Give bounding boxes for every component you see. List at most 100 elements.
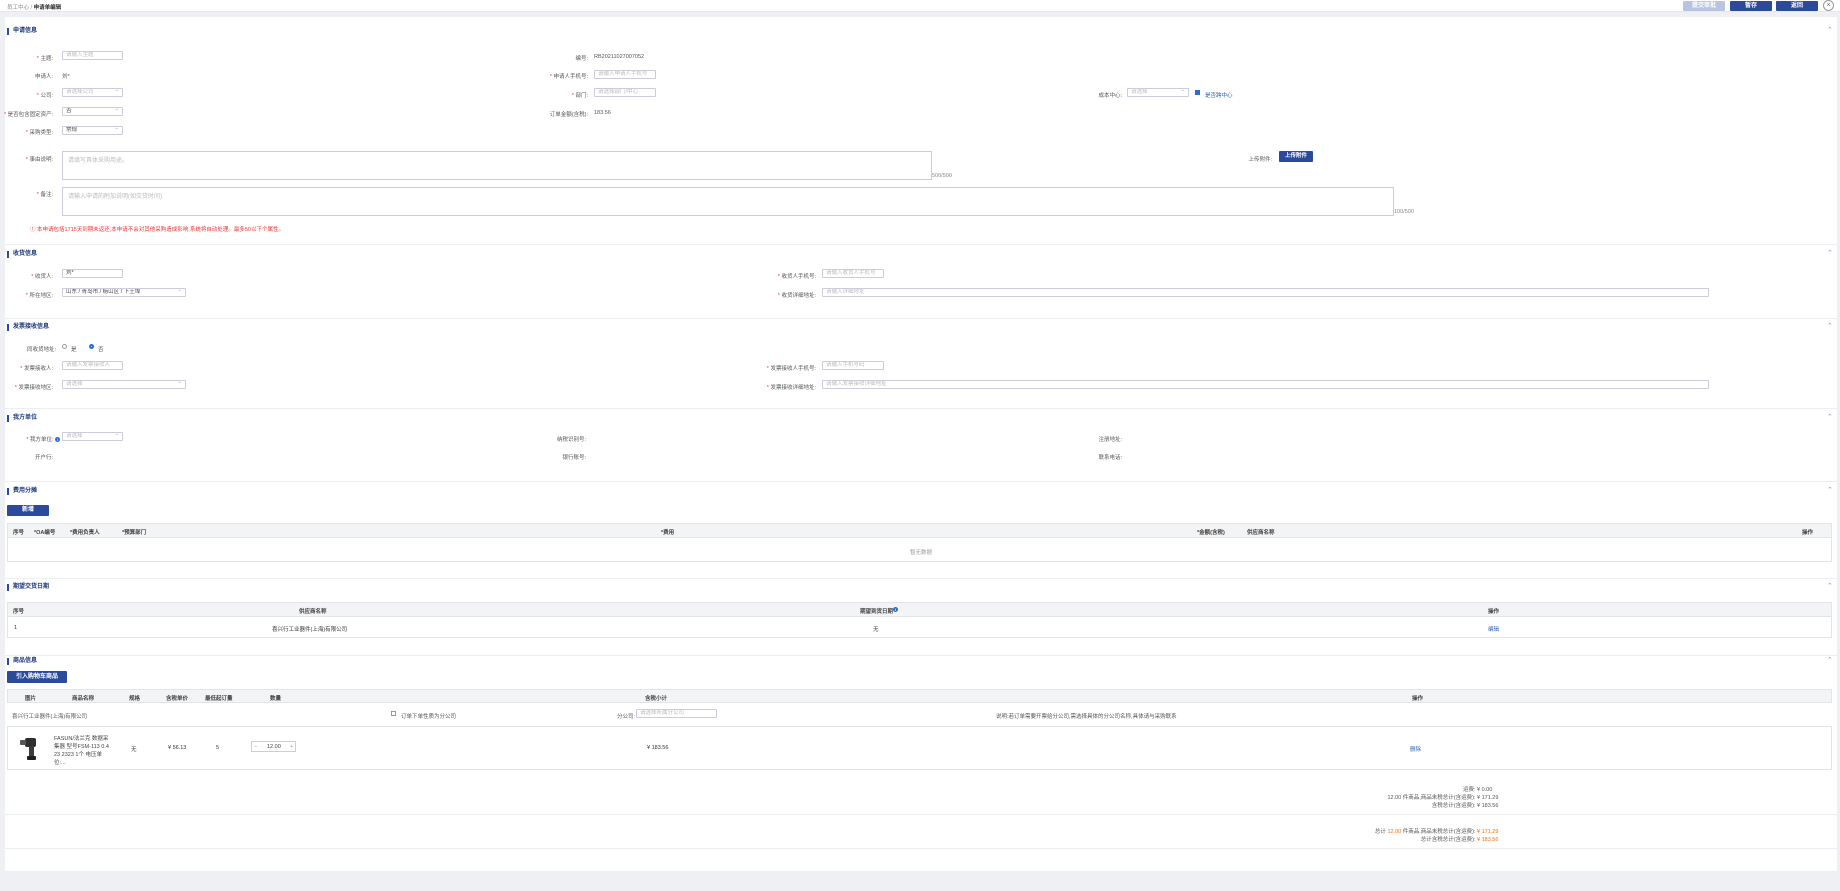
- purchase-type-select[interactable]: 常规: [62, 126, 123, 135]
- same-address-no-radio[interactable]: [89, 344, 94, 349]
- tax-summary-label: 含税总计(含运费):: [1431, 803, 1476, 809]
- invoice-receiver-input[interactable]: 请输入发票接收人: [62, 361, 123, 370]
- column-header: 供应商名称: [1247, 530, 1275, 536]
- column-header: *费用负责人: [70, 530, 100, 536]
- invoice-address-input[interactable]: 请输入发票接收详细地址: [822, 380, 1709, 389]
- receiver-input[interactable]: 刘*: [62, 269, 123, 278]
- reason-label: 事由说明:: [29, 157, 53, 163]
- section-buyer-title: 我方单位: [7, 415, 37, 422]
- fixed-asset-select[interactable]: 否: [62, 107, 123, 116]
- company-select[interactable]: 请选择公司: [62, 88, 123, 97]
- applicant-phone-input[interactable]: 请输入申请人手机号: [594, 70, 656, 79]
- upload-attachment-button[interactable]: 上传附件: [1279, 151, 1313, 162]
- branch-order-label: 订单下单性质为分公司: [401, 714, 457, 720]
- branch-label: 分公司:: [617, 714, 636, 720]
- column-header: 操作: [1412, 696, 1424, 702]
- cost-table-body: 暂无数据: [7, 538, 1832, 562]
- invoice-region-select[interactable]: 请选择: [62, 380, 186, 389]
- save-draft-button[interactable]: 暂存: [1730, 1, 1772, 11]
- section-delivery-title: 期望交货日期: [7, 584, 49, 591]
- address-input[interactable]: 请输入详细地址: [822, 288, 1709, 297]
- column-header: 期望到货日期: [860, 609, 894, 615]
- region-label: 所在地区:: [29, 293, 53, 299]
- column-header: 操作: [1488, 609, 1500, 615]
- collapse-apply-icon[interactable]: ⌃: [1827, 27, 1833, 34]
- supplier-name: 喜兴行工业器件(上海)有限公司: [272, 627, 348, 633]
- applicant-value: 刘*: [62, 74, 70, 80]
- quantity-stepper[interactable]: − 12.00 +: [251, 741, 296, 752]
- back-button[interactable]: 返回: [1776, 1, 1818, 11]
- collapse-delivery-icon[interactable]: ⌃: [1827, 583, 1833, 590]
- reason-counter: 500/500: [932, 173, 952, 179]
- remark-textarea[interactable]: 请输入申请的附加说明(如交货时间): [62, 187, 1394, 216]
- applicant-phone-label: 申请人手机号:: [553, 74, 588, 80]
- tax-id-label: 纳税识别号:: [556, 437, 586, 443]
- breadcrumb-current: 申请单编辑: [33, 5, 62, 11]
- fixed-asset-label: 是否包含固定资产:: [7, 112, 54, 118]
- collapse-invoice-icon[interactable]: ⌃: [1827, 323, 1833, 330]
- collapse-receive-icon[interactable]: ⌃: [1827, 250, 1833, 257]
- order-amount-label: 订单金额(含税):: [549, 112, 588, 118]
- receiver-phone-input[interactable]: 请输入收货人手机号: [822, 269, 884, 278]
- applicant-label: 申请人:: [34, 74, 53, 80]
- number-value: RB20211027007052: [594, 54, 645, 60]
- grand-total-count: 12.00: [1387, 829, 1402, 835]
- same-address-yes-label: 是: [71, 347, 77, 353]
- column-header: 供应商名称: [299, 609, 327, 615]
- column-header: 含税小计: [645, 696, 668, 702]
- tax-summary-value: ¥ 183.56: [1477, 803, 1499, 809]
- column-header: 操作: [1802, 530, 1814, 536]
- cost-table-header: 序号 *OA编号 *费用负责人 *预算部门 *费用 *金额(含税) 供应商名称 …: [7, 523, 1832, 538]
- column-header: *金额(含税): [1197, 530, 1225, 536]
- plus-icon[interactable]: +: [290, 744, 293, 750]
- import-cart-button[interactable]: 引入购物车商品: [7, 671, 67, 683]
- submit-approval-button[interactable]: 提交审批: [1683, 1, 1725, 11]
- subject-input[interactable]: 请输入主题: [62, 51, 123, 60]
- edit-link[interactable]: 编辑: [1488, 625, 1499, 633]
- branch-order-checkbox[interactable]: [391, 711, 396, 716]
- goods-supplier-name: 喜兴行工业器件(上海)有限公司: [12, 714, 88, 720]
- divider: [5, 814, 1837, 815]
- number-label: 编号:: [575, 56, 588, 62]
- receiver-label: 收货人:: [34, 274, 53, 280]
- column-header: *OA编号: [34, 530, 56, 536]
- column-header: 商品名称: [72, 696, 95, 702]
- add-cost-button[interactable]: 新增: [7, 505, 49, 516]
- column-header: 规格: [129, 696, 141, 702]
- collapse-cost-icon[interactable]: ⌃: [1827, 487, 1833, 494]
- reg-address-label: 注册地址:: [1098, 437, 1122, 443]
- cross-center-checkbox[interactable]: [1195, 90, 1200, 95]
- company-label: 公司:: [40, 93, 53, 99]
- breadcrumb-separator: /: [30, 5, 33, 11]
- same-address-yes-radio[interactable]: [62, 344, 67, 349]
- column-header: *费用: [661, 530, 675, 536]
- dept-select[interactable]: 请选择部门/中心: [594, 88, 656, 97]
- invoice-receiver-label: 发票接收人:: [23, 366, 53, 372]
- row-index: 1: [14, 625, 18, 631]
- delete-link[interactable]: 删除: [1410, 745, 1421, 753]
- quantity-value[interactable]: 12.00: [267, 744, 281, 750]
- breadcrumb-parent[interactable]: 员工中心: [7, 5, 29, 11]
- cost-center-select[interactable]: 请选择: [1127, 88, 1189, 97]
- section-receive-title: 收货信息: [7, 251, 37, 258]
- product-price: ¥ 56.13: [168, 745, 187, 751]
- delivery-table-header: 序号 供应商名称 期望到货日期 i 操作: [7, 602, 1832, 617]
- section-goods-title: 商品信息: [7, 658, 37, 665]
- branch-select[interactable]: 请选择所属分公司: [636, 709, 717, 718]
- close-icon[interactable]: ×: [1823, 0, 1834, 11]
- minus-icon[interactable]: −: [254, 744, 257, 750]
- remark-label: 备注:: [40, 192, 53, 198]
- cross-center-label[interactable]: 是否跨中心: [1205, 91, 1233, 99]
- column-header: 序号: [13, 609, 25, 615]
- buyer-unit-select[interactable]: 请选择: [62, 432, 123, 441]
- column-header: *预算部门: [122, 530, 147, 536]
- cost-center-label: 成本中心:: [1098, 93, 1122, 99]
- collapse-buyer-icon[interactable]: ⌃: [1827, 414, 1833, 421]
- receiver-phone-label: 收货人手机号:: [781, 274, 816, 280]
- collapse-goods-icon[interactable]: ⌃: [1827, 657, 1833, 664]
- invoice-phone-input[interactable]: 请输入手机号码: [822, 361, 884, 370]
- reason-textarea[interactable]: 请填写具体采购用途。: [62, 151, 932, 180]
- invoice-region-label: 发票接收地区:: [18, 385, 53, 391]
- product-name[interactable]: FASUN/法兰克 数据采集器 型号FSM-113 0.4 23 2323 1个…: [54, 735, 110, 767]
- region-select[interactable]: 山东 / 青岛市 / 崂山区 / 下王埠: [62, 288, 186, 297]
